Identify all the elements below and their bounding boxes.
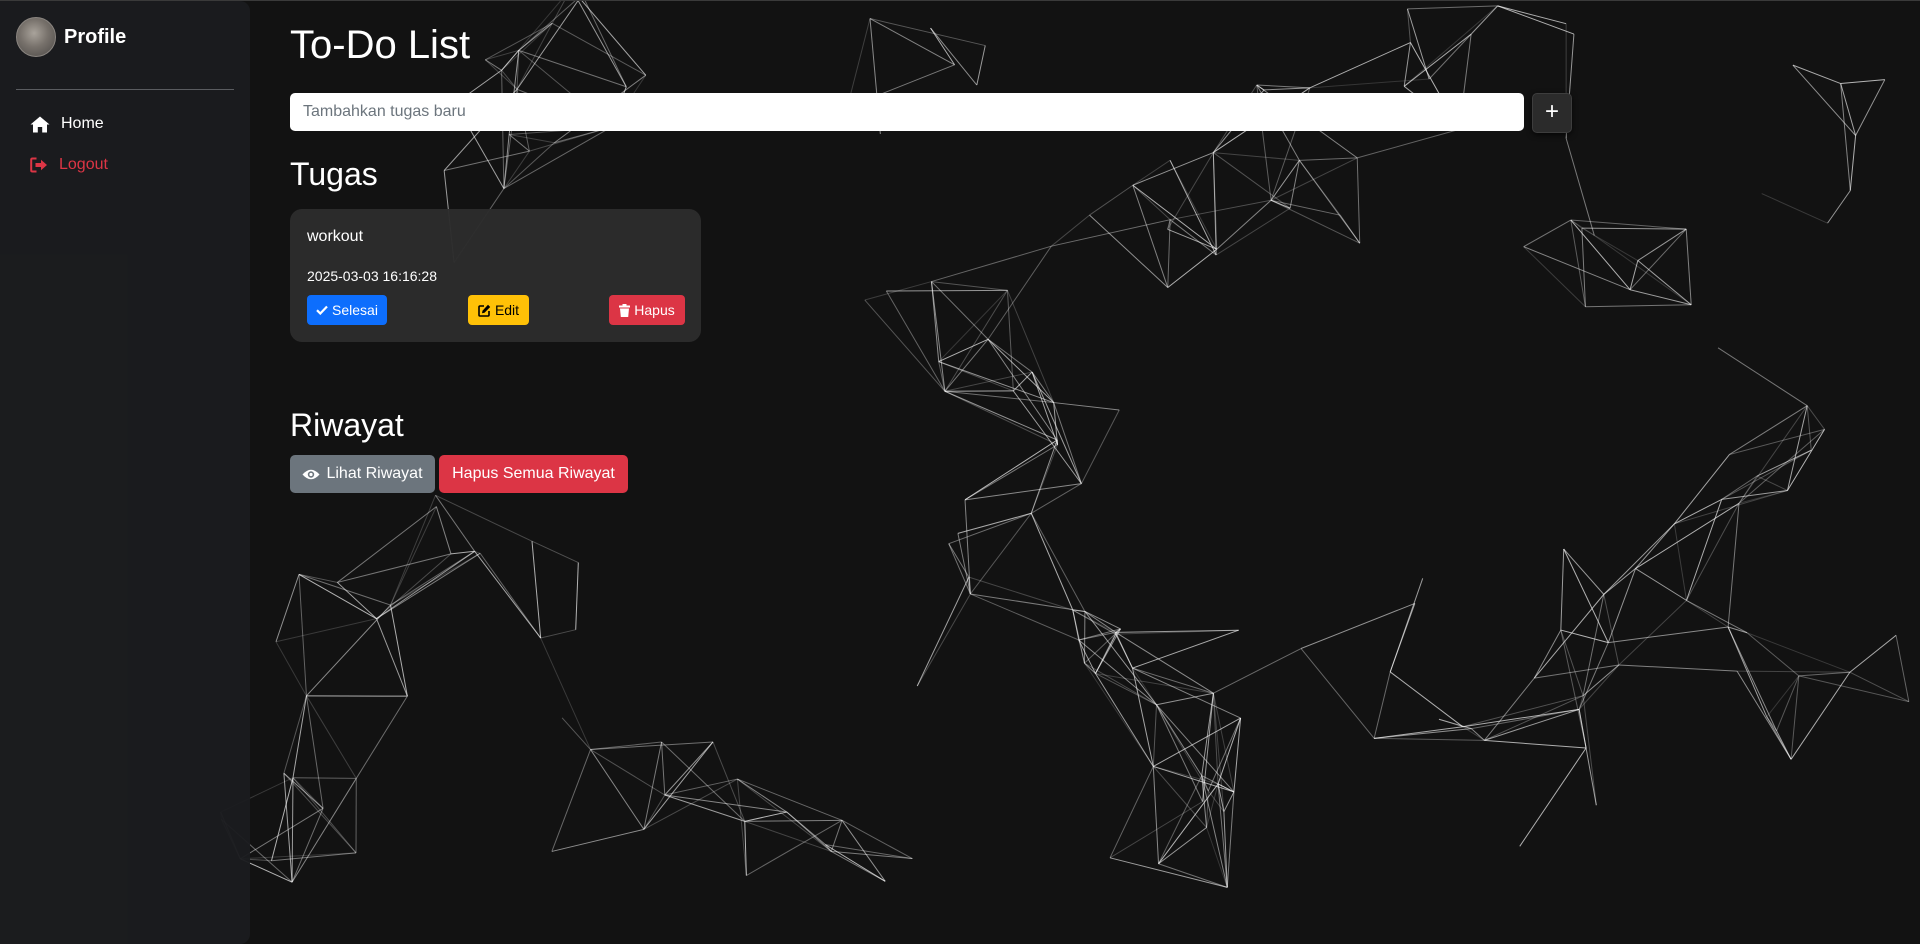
add-task-button[interactable]: + bbox=[1532, 93, 1572, 133]
edit-task-label: Edit bbox=[494, 302, 520, 318]
delete-task-label: Hapus bbox=[634, 302, 675, 318]
window-top-border bbox=[0, 0, 1920, 1]
check-icon bbox=[316, 305, 328, 315]
clear-history-button[interactable]: Hapus Semua Riwayat bbox=[439, 455, 628, 493]
view-history-button[interactable]: Lihat Riwayat bbox=[290, 455, 435, 493]
edit-icon bbox=[478, 304, 491, 317]
task-timestamp: 2025-03-03 16:16:28 bbox=[307, 268, 437, 284]
sidebar-item-label: Home bbox=[61, 115, 104, 132]
delete-task-button[interactable]: Hapus bbox=[609, 295, 685, 325]
logout-icon bbox=[30, 157, 47, 173]
sidebar-item-logout[interactable]: Logout bbox=[30, 156, 108, 174]
trash-icon bbox=[619, 303, 631, 317]
sidebar-item-home[interactable]: Home bbox=[30, 115, 104, 133]
home-icon bbox=[30, 116, 50, 132]
new-task-input[interactable] bbox=[290, 93, 1524, 131]
sidebar-item-label: Logout bbox=[59, 156, 108, 173]
sidebar-divider bbox=[16, 89, 234, 90]
history-heading: Riwayat bbox=[290, 407, 404, 443]
tasks-heading: Tugas bbox=[290, 156, 378, 192]
task-title: workout bbox=[307, 228, 364, 245]
complete-task-button[interactable]: Selesai bbox=[307, 295, 387, 325]
profile-name[interactable]: Profile bbox=[64, 26, 126, 49]
edit-task-button[interactable]: Edit bbox=[468, 295, 529, 325]
task-card: workout 2025-03-03 16:16:28 Selesai Edit… bbox=[290, 209, 701, 342]
eye-icon bbox=[302, 469, 320, 479]
view-history-label: Lihat Riwayat bbox=[326, 465, 423, 482]
sidebar: Profile Home Logout bbox=[0, 1, 250, 944]
avatar[interactable] bbox=[16, 17, 56, 57]
complete-task-label: Selesai bbox=[332, 302, 378, 318]
main-content: To-Do List + Tugas workout 2025-03-03 16… bbox=[250, 0, 1920, 944]
profile-header[interactable]: Profile bbox=[16, 17, 126, 57]
page-title: To-Do List bbox=[290, 23, 471, 67]
